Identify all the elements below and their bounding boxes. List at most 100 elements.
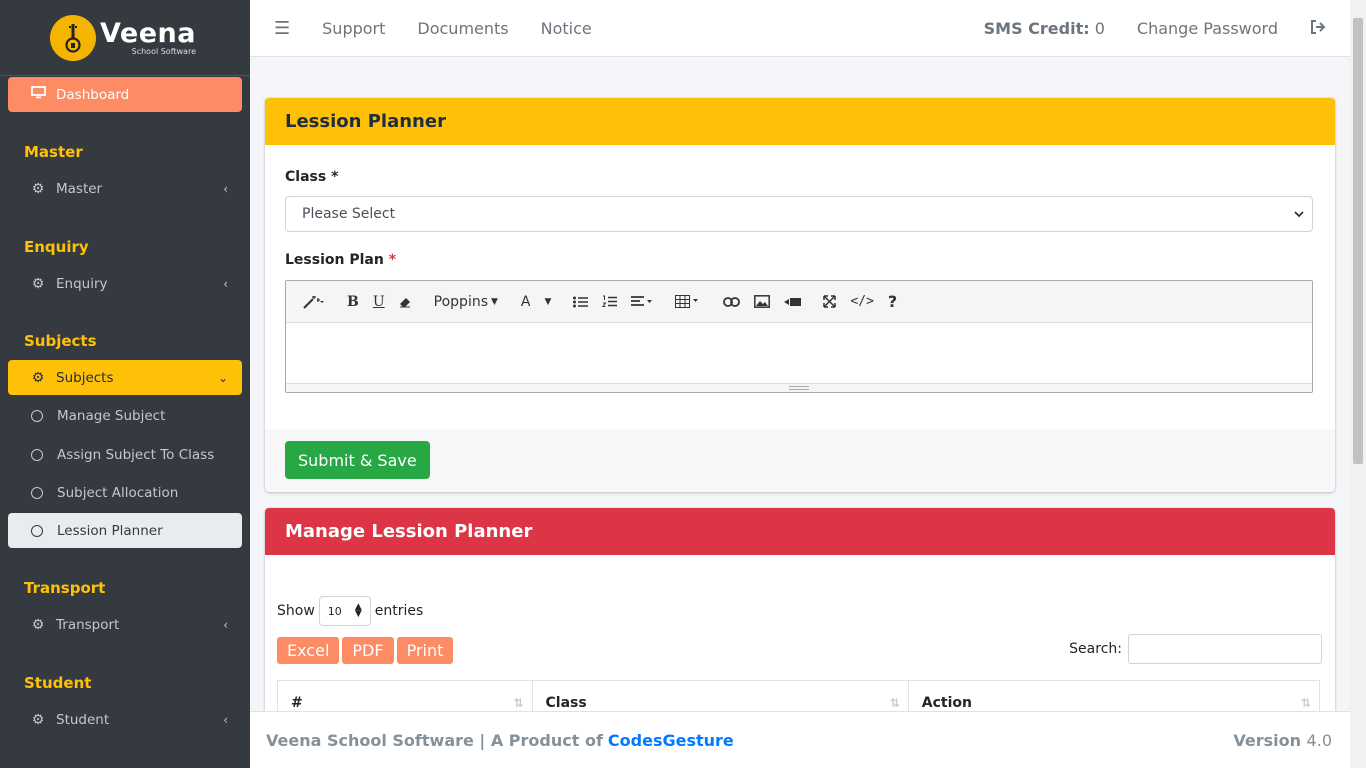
chevron-left-icon: ‹ [223,181,228,196]
lession-plan-label: Lession Plan * [285,252,396,268]
sidebar-item-transport[interactable]: ⚙ Transport ‹ [8,607,242,642]
change-password-link[interactable]: Change Password [1137,19,1278,38]
sidebar-item-student[interactable]: ⚙ Student ‹ [8,702,242,737]
sort-icon: ⇅ [1300,696,1311,710]
footer-text: Veena School Software | A Product of [266,730,603,750]
fullscreen-icon[interactable] [816,289,843,315]
sidebar: Veena School Software Dashboard Master ⚙… [0,0,250,768]
class-label: Class * [285,169,338,185]
sidebar-item-assign-subject[interactable]: Assign Subject To Class [8,437,242,472]
ordered-list-icon[interactable] [595,289,624,315]
sidebar-item-label: Assign Subject To Class [57,446,215,463]
editor-content-area[interactable] [286,323,1312,383]
nav-link-notice[interactable]: Notice [541,19,592,38]
page-scrollbar[interactable] [1350,0,1366,768]
version-value: 4.0 [1306,730,1332,750]
entries-select[interactable]: 10 ▲ ▼ [318,596,371,626]
column-header-label: Action [921,695,973,711]
link-icon[interactable] [716,289,747,315]
entries-select-value: 10 [327,604,342,618]
sort-icon: ⇅ [513,696,524,710]
sort-icon: ⇅ [889,696,900,710]
card-title: Lession Planner [265,98,1335,145]
circle-icon [31,448,43,461]
paragraph-align-icon[interactable] [624,289,660,315]
brand-tagline: School Software [131,46,196,56]
eraser-icon[interactable] [392,289,418,315]
sidebar-item-subject-allocation[interactable]: Subject Allocation [8,475,242,510]
table-search: Search: [1069,634,1322,664]
chevron-left-icon: ‹ [223,276,228,291]
sidebar-item-subjects[interactable]: ⚙ Subjects ⌄ [8,360,242,395]
entries-label: entries [374,603,424,619]
excel-button[interactable]: Excel [277,637,340,664]
scrollbar-thumb[interactable] [1353,18,1363,464]
sidebar-item-label: Lession Planner [57,522,163,539]
circle-icon [31,486,43,499]
sidebar-item-label: Subject Allocation [57,484,179,501]
code-view-icon[interactable]: </> [843,289,880,315]
caret-down-icon: ▼ [491,296,498,307]
nav-link-support[interactable]: Support [322,19,385,38]
font-family-dropdown[interactable]: Poppins ▼ [426,289,506,315]
print-button[interactable]: Print [396,637,454,664]
brand-name: Veena [100,17,196,49]
sidebar-item-manage-subject[interactable]: Manage Subject [8,398,242,433]
gear-icon: ⚙ [31,711,45,728]
page-footer: Veena School Software | A Product of Cod… [250,711,1350,768]
pdf-button[interactable]: PDF [342,637,394,664]
lession-planner-card: Lession Planner Class * Please Select Le… [265,98,1335,492]
sidebar-item-enquiry[interactable]: ⚙ Enquiry ‹ [8,266,242,301]
unordered-list-icon[interactable] [566,289,595,315]
class-select-value: Please Select [302,206,396,222]
required-mark: * [331,169,339,185]
font-color-icon[interactable]: A [514,289,538,315]
sidebar-item-label: Master [56,180,103,197]
underline-icon[interactable]: U [366,289,392,315]
editor-resize-handle[interactable] [286,383,1312,392]
class-label-text: Class [285,169,327,185]
nav-header-enquiry: Enquiry [24,238,89,256]
image-icon[interactable] [747,289,777,315]
submit-save-button[interactable]: Submit & Save [285,441,430,479]
veena-instrument-icon [50,14,96,61]
codesgesture-link[interactable]: CodesGesture [608,731,734,750]
top-navbar: ☰ Support Documents Notice SMS Credit: 0… [250,0,1350,57]
sms-credit: SMS Credit: 0 [984,19,1105,38]
nav-header-subjects: Subjects [24,332,97,350]
class-select[interactable]: Please Select [285,196,1313,232]
required-mark: * [388,252,397,268]
help-icon[interactable]: ? [881,289,904,315]
sidebar-item-master[interactable]: ⚙ Master ‹ [8,171,242,206]
video-icon[interactable] [777,289,808,315]
sidebar-item-dashboard[interactable]: Dashboard [8,77,242,112]
magic-wand-icon[interactable] [296,289,332,315]
manage-lession-planner-card: Manage Lession Planner Show 10 ▲ ▼ entrie… [265,508,1335,728]
chevron-left-icon: ‹ [223,712,228,727]
circle-icon [31,409,43,422]
font-family-value: Poppins [433,293,488,310]
bold-icon[interactable]: B [340,289,366,315]
table-icon[interactable] [668,289,708,315]
show-entries: Show 10 ▲ ▼ entries [277,596,423,626]
caret-down-icon[interactable]: ▼ [538,289,559,315]
circle-icon [31,524,43,537]
nav-header-transport: Transport [24,579,106,597]
search-input[interactable] [1128,634,1322,664]
show-label: Show [277,603,315,619]
nav-link-documents[interactable]: Documents [417,19,508,38]
export-buttons: Excel PDF Print [277,637,456,664]
gear-icon: ⚙ [31,616,45,633]
chevron-down-icon [1294,208,1304,221]
logout-icon[interactable] [1310,19,1326,38]
brand-logo[interactable]: Veena School Software [0,0,250,76]
menu-toggle-icon[interactable]: ☰ [274,18,290,39]
sidebar-item-label: Student [56,711,110,728]
sidebar-item-lession-planner[interactable]: Lession Planner [8,513,242,548]
rich-text-editor: B U Poppins ▼ A ▼ </> ? [285,280,1313,393]
nav-header-master: Master [24,143,83,161]
sidebar-item-label: Enquiry [56,275,108,292]
version-label: Version [1233,730,1301,750]
column-header-label: # [291,695,303,711]
sms-credit-label: SMS Credit: [983,18,1090,38]
